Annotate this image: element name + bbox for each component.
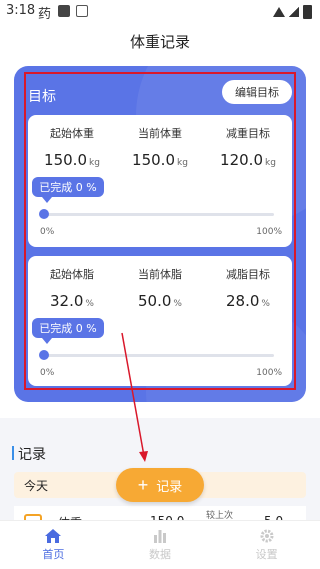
stat-label: 起始体脂 [50,268,94,281]
today-label: 今天 [24,479,49,493]
target-weight: 减重目标 120.0 kg [204,125,292,169]
fat-progress-max: 100% [256,368,282,378]
goal-heading: 目标 [28,89,56,105]
annotation-arrow-head [139,451,148,462]
stat-label: 当前体重 [138,127,182,140]
stat-label: 当前体脂 [138,268,182,281]
weight-goal-panel: 起始体重 150.0 kg 当前体重 150.0 kg 减重目标 120.0 kg 已… [28,115,292,247]
records-heading: 记录 [18,447,46,463]
stat-label: 起始体重 [50,127,94,140]
wifi-icon [273,7,285,17]
stat-value: 32.0 [50,292,84,310]
signal-icon [289,7,299,17]
current-weight: 当前体重 150.0 kg [116,125,204,169]
gear-icon [260,529,274,542]
fat-stats: 起始体脂 32.0% 当前体脂 50.0% 减脂目标 28.0% [28,266,292,310]
bar-chart-icon [154,529,166,543]
page-title: 体重记录 [0,24,320,58]
weight-progress-min: 0% [40,227,55,237]
status-indicators [273,5,312,19]
home-icon [45,528,62,543]
weight-progress-track [39,209,274,219]
nav-data[interactable]: 数据 [107,521,214,569]
start-fat: 起始体脂 32.0% [28,266,116,310]
stat-unit: kg [265,158,276,168]
nav-data-label: 数据 [149,547,171,561]
nav-settings-label: 设置 [255,547,278,561]
notification-square-icon [58,5,70,17]
current-fat: 当前体脂 50.0% [116,266,204,310]
target-fat: 减脂目标 28.0% [204,266,292,310]
fat-progress-track [39,350,274,360]
stat-value: 120.0 [220,151,263,169]
stat-unit: kg [177,158,188,168]
stat-unit: % [173,299,182,309]
stat-value: 50.0 [138,292,172,310]
add-record-button[interactable]: + 记录 [116,468,204,502]
fat-progress-tooltip: 已完成 0 % [32,318,104,344]
fat-goal-panel: 起始体脂 32.0% 当前体脂 50.0% 减脂目标 28.0% 已完成 0 %… [28,256,292,386]
stat-unit: % [85,299,94,309]
edit-goal-button[interactable]: 编辑目标 [222,80,292,104]
fat-progress-min: 0% [40,368,55,378]
add-record-label: 记录 [156,478,183,494]
weight-progress-tooltip: 已完成 0 % [32,177,104,203]
nav-home[interactable]: 首页 [0,521,107,569]
weight-progress-max: 100% [256,227,282,237]
stat-label: 减脂目标 [226,268,270,281]
start-weight: 起始体重 150.0 kg [28,125,116,169]
plus-icon: + [137,475,149,495]
weight-stats: 起始体重 150.0 kg 当前体重 150.0 kg 减重目标 120.0 kg [28,125,292,169]
stat-value: 150.0 [132,151,175,169]
battery-icon [303,5,312,19]
stat-value: 150.0 [44,151,87,169]
nav-settings[interactable]: 设置 [213,521,320,569]
nav-home-label: 首页 [42,547,65,561]
stat-label: 减重目标 [226,127,270,140]
status-time: 3:18 [6,3,36,18]
stat-value: 28.0 [226,292,260,310]
status-app-icon: 药 [38,7,52,22]
status-bar: 3:18 药 [0,0,320,24]
stat-unit: kg [89,158,100,168]
notification-a-icon [76,5,88,17]
weight-progress-thumb [39,209,49,219]
stat-unit: % [261,299,270,309]
bottom-nav: 首页 数据 设置 [0,520,320,569]
fat-progress-thumb [39,350,49,360]
records-accent-bar [12,446,14,460]
